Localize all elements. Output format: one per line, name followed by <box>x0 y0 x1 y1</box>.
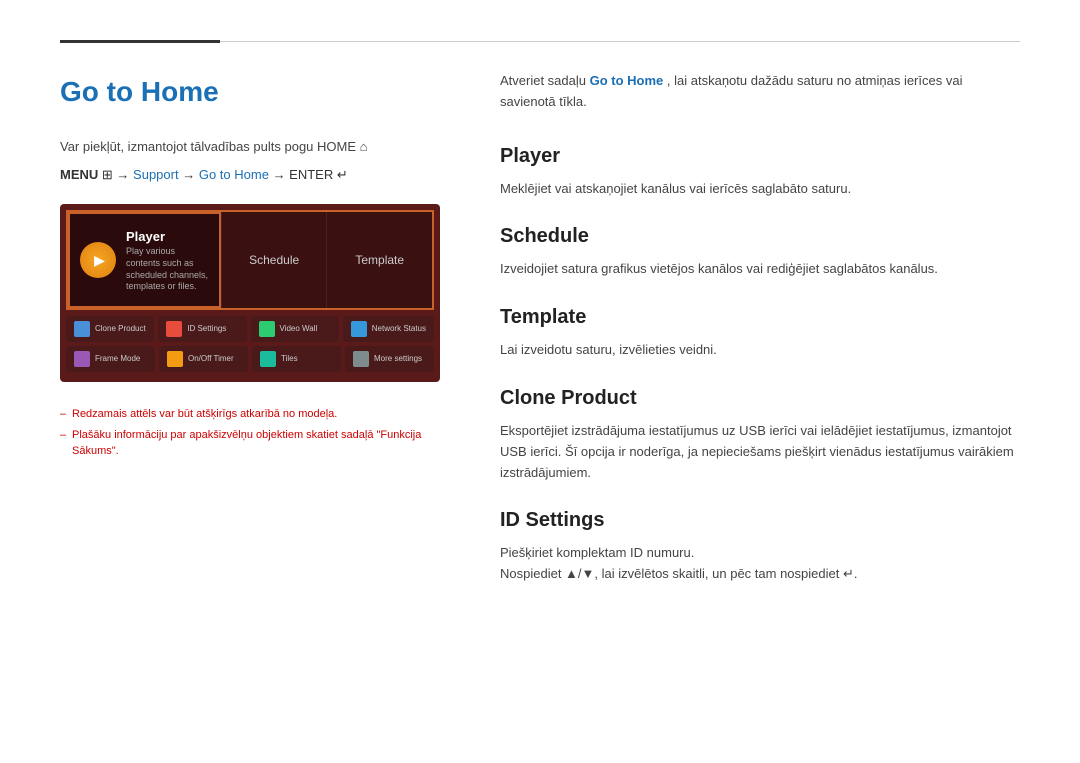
schedule-body: Izveidojiet satura grafikus vietējos kan… <box>500 259 1020 280</box>
tiles-icon <box>260 351 276 367</box>
id-settings-heading: ID Settings <box>500 505 1020 535</box>
id-icon <box>166 321 182 337</box>
clone-heading: Clone Product <box>500 383 1020 413</box>
menu-support: Support <box>133 167 179 182</box>
home-icon: ⌂ <box>360 139 368 154</box>
onoff-timer-tile: On/Off Timer <box>159 346 248 372</box>
rule-light <box>220 41 1020 42</box>
section-id-settings: ID Settings Piešķiriet komplektam ID num… <box>500 505 1020 585</box>
ui-screenshot: Player Play various contents such as sch… <box>60 204 440 382</box>
onoff-icon <box>167 351 183 367</box>
tiles-tile: Tiles <box>252 346 341 372</box>
frame-label: Frame Mode <box>95 353 140 365</box>
player-text-block: Player Play various contents such as sch… <box>126 227 209 293</box>
ui-schedule-cell: Schedule <box>221 212 327 308</box>
enter-icon: ↵ <box>337 167 348 182</box>
more-icon <box>353 351 369 367</box>
frame-mode-tile: Frame Mode <box>66 346 155 372</box>
clone-product-tile: Clone Product <box>66 316 154 342</box>
rule-dark <box>60 40 220 43</box>
more-settings-tile: More settings <box>345 346 434 372</box>
id-label: ID Settings <box>187 323 226 335</box>
player-heading: Player <box>500 141 1020 171</box>
play-button-icon <box>80 242 116 278</box>
ui-top-row: Player Play various contents such as sch… <box>66 210 434 310</box>
menu-path: MENU ⊞ → Support → Go to Home → ENTER ↵ <box>60 165 440 185</box>
section-player: Player Meklējiet vai atskaņojiet kanālus… <box>500 141 1020 200</box>
template-body: Lai izveidotu saturu, izvēlieties veidni… <box>500 340 1020 361</box>
menu-icon: ⊞ <box>102 167 117 182</box>
menu-arrow2: → <box>182 167 199 182</box>
page-title: Go to Home <box>60 71 440 113</box>
section-template: Template Lai izveidotu saturu, izvēlieti… <box>500 302 1020 361</box>
template-label: Template <box>355 251 404 269</box>
more-label: More settings <box>374 353 422 365</box>
clone-body: Eksportējiet izstrādājuma iestatījumus u… <box>500 421 1020 483</box>
network-label: Network Status <box>372 323 426 335</box>
section-schedule: Schedule Izveidojiet satura grafikus vie… <box>500 221 1020 280</box>
right-intro-line: Atveriet sadaļu Go to Home , lai atskaņo… <box>500 71 1020 113</box>
video-label: Video Wall <box>280 323 318 335</box>
clone-label: Clone Product <box>95 323 146 335</box>
section-clone: Clone Product Eksportējiet izstrādājuma … <box>500 383 1020 483</box>
page-wrapper: Go to Home Var piekļūt, izmantojot tālva… <box>0 0 1080 667</box>
network-status-tile: Network Status <box>343 316 434 342</box>
id-settings-body2: Nospiediet ▲/▼, lai izvēlētos skaitli, u… <box>500 564 1020 585</box>
note-1: Redzamais attēls var būt atšķirīgs atkar… <box>60 406 440 423</box>
top-rules <box>60 40 1020 43</box>
onoff-label: On/Off Timer <box>188 353 234 365</box>
right-intro-link: Go to Home <box>590 73 664 88</box>
notes-section: Redzamais attēls var būt atšķirīgs atkar… <box>60 406 440 460</box>
right-intro-prefix: Atveriet sadaļu <box>500 73 590 88</box>
ui-template-cell: Template <box>326 212 432 308</box>
menu-gohome: Go to Home <box>199 167 269 182</box>
intro-text: Var piekļūt, izmantojot tālvadības pults… <box>60 137 440 157</box>
left-column: Go to Home Var piekļūt, izmantojot tālva… <box>60 71 440 607</box>
intro-text-content: Var piekļūt, izmantojot tālvadības pults… <box>60 139 356 154</box>
right-column: Atveriet sadaļu Go to Home , lai atskaņo… <box>500 71 1020 607</box>
network-icon <box>351 321 367 337</box>
template-heading: Template <box>500 302 1020 332</box>
note-2: Plašāku informāciju par apakšizvēlņu obj… <box>60 427 440 460</box>
menu-arrow3: → ENTER <box>273 167 337 182</box>
frame-icon <box>74 351 90 367</box>
schedule-label: Schedule <box>249 251 299 269</box>
menu-arrow: → <box>116 167 133 182</box>
player-sub: Play various contents such as scheduled … <box>126 246 209 293</box>
icon-row-1: Clone Product ID Settings Video Wall <box>66 316 434 342</box>
tiles-label: Tiles <box>281 353 298 365</box>
id-settings-tile: ID Settings <box>158 316 246 342</box>
menu-prefix: MENU <box>60 167 98 182</box>
id-settings-body1: Piešķiriet komplektam ID numuru. <box>500 543 1020 564</box>
schedule-heading: Schedule <box>500 221 1020 251</box>
ui-bottom-rows: Clone Product ID Settings Video Wall <box>60 310 440 382</box>
clone-icon <box>74 321 90 337</box>
video-wall-tile: Video Wall <box>251 316 339 342</box>
video-icon <box>259 321 275 337</box>
player-body: Meklējiet vai atskaņojiet kanālus vai ie… <box>500 179 1020 200</box>
player-label: Player <box>126 227 209 247</box>
icon-row-2: Frame Mode On/Off Timer Tiles More <box>66 346 434 372</box>
ui-player-cell: Player Play various contents such as sch… <box>68 212 221 308</box>
content-columns: Go to Home Var piekļūt, izmantojot tālva… <box>60 71 1020 607</box>
